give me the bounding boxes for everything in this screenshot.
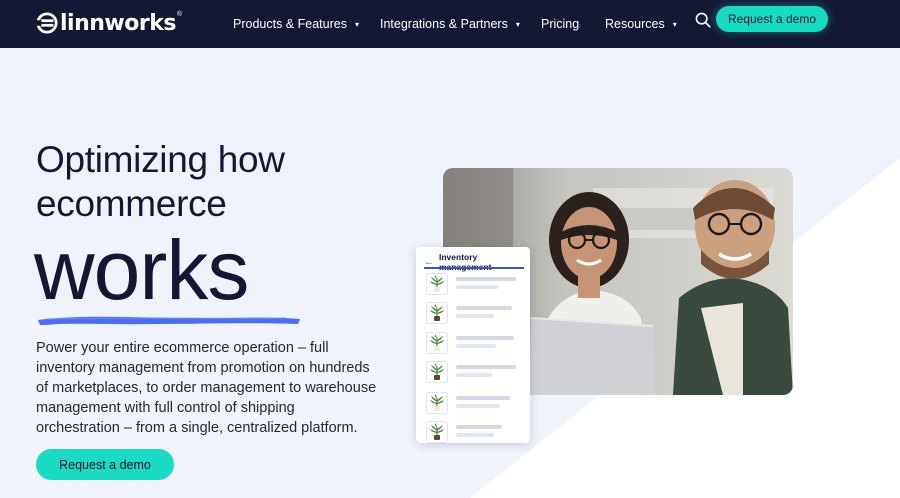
hero-title-line-2: ecommerce [36, 183, 227, 224]
brush-underline [38, 316, 300, 325]
request-demo-button[interactable]: Request a demo [36, 449, 174, 480]
inventory-card-header: ← Inventory management [424, 252, 530, 272]
plant-icon [426, 302, 448, 324]
arrow-left-icon[interactable]: ← [424, 257, 434, 268]
inventory-list-item[interactable] [426, 392, 526, 414]
inventory-list-item[interactable] [426, 302, 526, 324]
item-title-placeholder [456, 277, 516, 281]
item-subtitle-placeholder [456, 373, 492, 377]
item-subtitle-placeholder [456, 285, 498, 289]
linnworks-logo-icon [36, 12, 58, 34]
brand-name: linnworks [60, 10, 176, 36]
registered-mark: ® [176, 11, 183, 18]
plant-icon [426, 332, 448, 354]
nav-item-pricing[interactable]: Pricing [541, 0, 579, 48]
request-demo-button-nav[interactable]: Request a demo [716, 6, 828, 32]
item-subtitle-placeholder [456, 433, 494, 437]
chevron-down-icon: ▾ [354, 19, 359, 29]
nav-item-products-features[interactable]: Products & Features ▾ [233, 0, 359, 48]
item-subtitle-placeholder [456, 344, 496, 348]
divider [424, 267, 524, 269]
nav-item-resources[interactable]: Resources ▾ [605, 0, 677, 48]
plant-icon [426, 361, 448, 383]
item-title-placeholder [456, 336, 514, 340]
nav-item-integrations-partners[interactable]: Integrations & Partners ▾ [380, 0, 520, 48]
search-icon[interactable] [694, 11, 712, 29]
item-subtitle-placeholder [456, 404, 500, 408]
chevron-down-icon: ▾ [515, 19, 520, 29]
hero-title-emphasis: works [34, 223, 249, 317]
inventory-list-item[interactable] [426, 273, 526, 295]
inventory-list-item[interactable] [426, 421, 526, 443]
inventory-list-item[interactable] [426, 332, 526, 354]
brand-logo[interactable]: linnworks ® [36, 8, 182, 38]
chevron-down-icon: ▾ [672, 19, 677, 29]
item-title-placeholder [456, 396, 510, 400]
hero-title-line-1: Optimizing how [36, 139, 285, 180]
item-title-placeholder [456, 425, 502, 429]
nav-item-label: Integrations & Partners [380, 17, 508, 31]
hero-title: Optimizing how ecommerce [36, 138, 285, 226]
item-subtitle-placeholder [456, 314, 494, 318]
inventory-list-item[interactable] [426, 361, 526, 383]
plant-icon [426, 421, 448, 443]
item-title-placeholder [456, 365, 516, 369]
nav-item-label: Resources [605, 17, 665, 31]
inventory-management-card: ← Inventory management [416, 247, 530, 443]
plant-icon [426, 273, 448, 295]
top-navigation: linnworks ® Products & Features ▾ Integr… [0, 0, 900, 48]
hero-description: Power your entire ecommerce operation – … [36, 340, 377, 436]
plant-icon [426, 392, 448, 414]
nav-item-label: Products & Features [233, 17, 347, 31]
item-title-placeholder [456, 306, 512, 310]
nav-item-label: Pricing [541, 17, 580, 31]
inventory-card-title: Inventory management [439, 252, 491, 272]
